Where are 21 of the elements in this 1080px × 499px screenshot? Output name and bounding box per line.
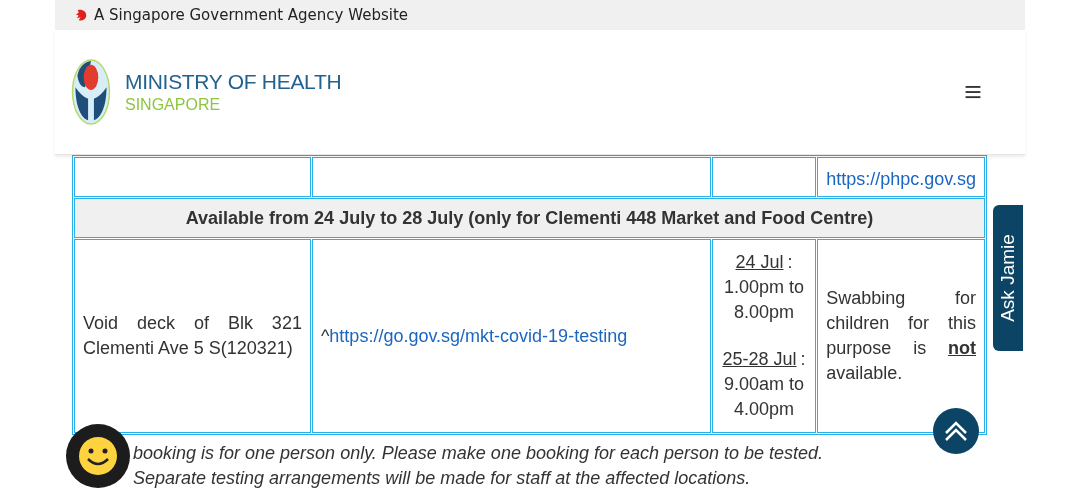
note-text: Separate testing arrangements will be made for staff at the affected locations. <box>133 468 752 489</box>
slot-separator: : <box>787 252 793 272</box>
banner-text: A Singapore Government Agency Website <box>94 6 408 24</box>
slot-time: 9.00am to 4.00pm <box>722 373 806 421</box>
chevron-up-icon[interactable] <box>944 421 968 441</box>
logo-title: MINISTRY OF HEALTH <box>125 70 342 94</box>
caret-mark: ^ <box>320 325 330 346</box>
slot-date: 25-28 Jul <box>722 349 797 369</box>
section-heading: Available from 24 July to 28 July (only for Clementi 448 Market and Food Centre) <box>74 198 985 238</box>
note-text: booking is for one person only. Please make one booking for each person to be tested. <box>133 443 825 464</box>
table-cell: Swabbing for children for this purpose is not available. <box>817 239 985 433</box>
table-cell: Void deck of Blk 321 Clementi Ave 5 S(120321) <box>74 239 311 433</box>
slot-date: 24 Jul <box>735 252 784 272</box>
slot-separator: : <box>800 349 806 369</box>
slot-time: 1.00pm to 8.00pm <box>722 276 806 324</box>
logo-subtitle: SINGAPORE <box>125 96 222 114</box>
ask-jamie-tab[interactable]: Ask Jamie <box>993 205 1023 351</box>
smiley-icon[interactable] <box>78 436 118 476</box>
scroll-top-button[interactable] <box>933 408 979 454</box>
ministry-logo-icon <box>71 58 111 126</box>
link[interactable]: https://go.gov.sg/mkt-covid-19-testing <box>329 325 628 346</box>
